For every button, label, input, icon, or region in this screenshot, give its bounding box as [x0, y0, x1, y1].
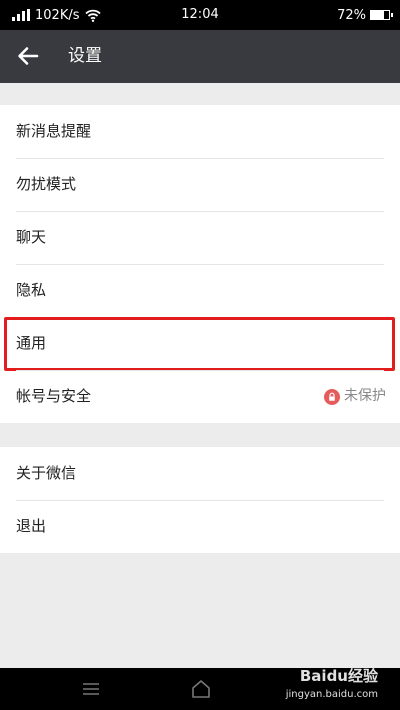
battery-fill [371, 11, 384, 19]
settings-item-privacy[interactable]: 隐私 [0, 264, 400, 317]
home-button[interactable] [189, 677, 213, 701]
settings-item-label: 勿扰模式 [16, 175, 77, 193]
home-icon [192, 680, 210, 698]
settings-item-label: 退出 [16, 517, 47, 535]
status-right: 72% [337, 0, 393, 30]
settings-item-notifications[interactable]: 新消息提醒 [0, 105, 400, 158]
settings-item-label: 帐号与安全 [16, 387, 92, 405]
back-button[interactable] [10, 38, 46, 74]
menu-button[interactable] [79, 677, 103, 701]
battery-percent: 72% [337, 7, 366, 23]
settings-item-about[interactable]: 关于微信 [0, 447, 400, 500]
settings-group-main: 新消息提醒 勿扰模式 聊天 隐私 通用 帐号与安全 未保护 [0, 105, 400, 423]
settings-item-label: 新消息提醒 [16, 122, 92, 140]
settings-item-account-security[interactable]: 帐号与安全 未保护 [0, 370, 400, 423]
settings-item-label: 通用 [16, 334, 47, 352]
lock-icon [324, 388, 340, 405]
settings-item-general[interactable]: 通用 [0, 317, 400, 371]
status-bar: 102K/s 12:04 72% [0, 0, 400, 30]
settings-item-logout[interactable]: 退出 [0, 500, 400, 553]
settings-item-label: 聊天 [16, 228, 47, 246]
settings-item-chat[interactable]: 聊天 [0, 211, 400, 264]
settings-item-label: 关于微信 [16, 464, 77, 482]
settings-item-label: 隐私 [16, 281, 47, 299]
security-status: 未保护 [324, 370, 386, 423]
settings-item-do-not-disturb[interactable]: 勿扰模式 [0, 158, 400, 211]
menu-icon [83, 683, 99, 695]
app-bar: 设置 [0, 30, 400, 83]
settings-group-secondary: 关于微信 退出 [0, 447, 400, 553]
arrow-left-icon [18, 47, 39, 65]
page-title: 设置 [68, 46, 102, 66]
nav-bar [0, 668, 400, 710]
security-status-text: 未保护 [344, 388, 386, 404]
battery-icon [370, 10, 393, 20]
